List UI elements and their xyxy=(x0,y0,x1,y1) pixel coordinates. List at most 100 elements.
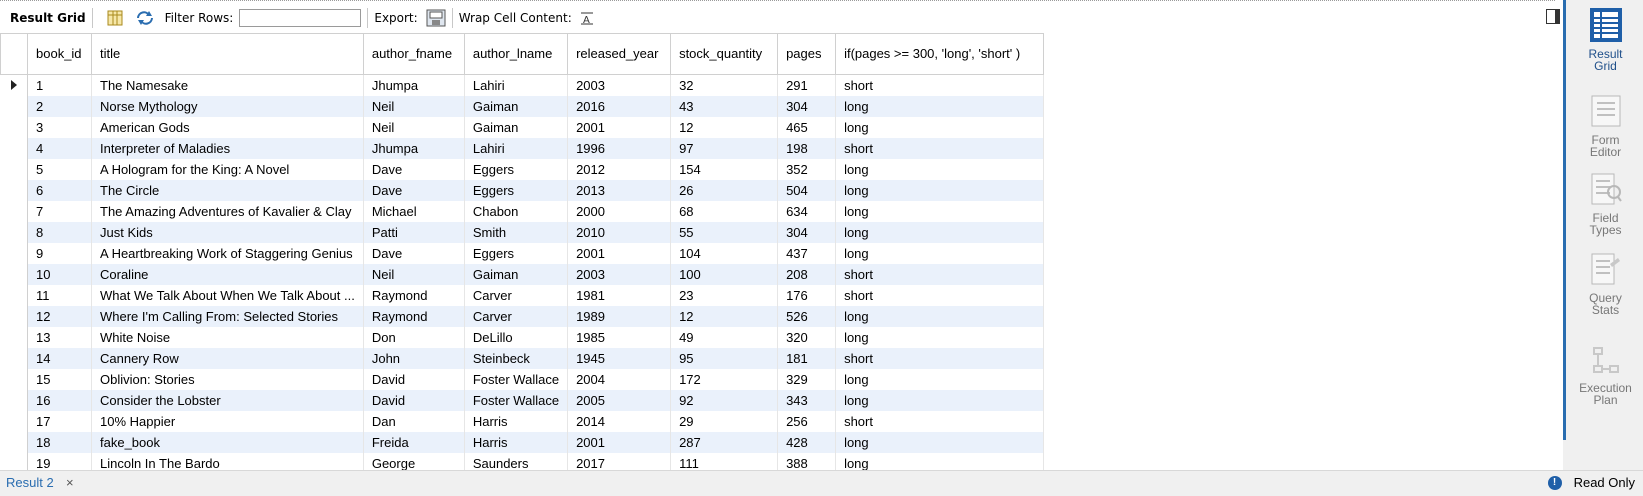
table-cell[interactable]: 13 xyxy=(27,327,92,348)
table-cell[interactable]: 1981 xyxy=(567,285,672,306)
column-header[interactable]: title xyxy=(91,33,364,75)
table-cell[interactable]: 172 xyxy=(670,369,779,390)
table-cell[interactable]: 329 xyxy=(777,369,837,390)
table-cell[interactable]: A Hologram for the King: A Novel xyxy=(91,159,364,180)
result-tab[interactable]: Result 2 xyxy=(6,475,54,490)
table-cell[interactable]: John xyxy=(363,348,465,369)
table-cell[interactable]: 23 xyxy=(670,285,779,306)
table-cell[interactable]: Eggers xyxy=(464,243,569,264)
table-cell[interactable]: Michael xyxy=(363,201,465,222)
table-cell[interactable]: long xyxy=(835,390,1045,411)
table-cell[interactable]: 18 xyxy=(27,432,92,453)
table-cell[interactable]: 55 xyxy=(670,222,779,243)
table-row[interactable]: 3 American Gods Neil Gaiman 2001 12 465 long xyxy=(0,117,1045,138)
table-cell[interactable]: Gaiman xyxy=(464,264,569,285)
table-cell[interactable]: long xyxy=(835,243,1045,264)
filter-rows-input[interactable] xyxy=(239,9,362,27)
row-selector[interactable] xyxy=(0,74,28,96)
table-cell[interactable]: 2017 xyxy=(567,453,672,470)
table-cell[interactable]: 428 xyxy=(777,432,837,453)
table-cell[interactable]: long xyxy=(835,222,1045,243)
table-cell[interactable]: 465 xyxy=(777,117,837,138)
table-cell[interactable]: Harris xyxy=(464,432,569,453)
table-cell[interactable]: 100 xyxy=(670,264,779,285)
table-cell[interactable]: 26 xyxy=(670,180,779,201)
column-header[interactable]: released_year xyxy=(567,33,672,75)
table-cell[interactable]: 6 xyxy=(27,180,92,201)
table-cell[interactable]: Raymond xyxy=(363,306,465,327)
table-cell[interactable]: 11 xyxy=(27,285,92,306)
table-cell[interactable]: long xyxy=(835,453,1045,470)
table-cell[interactable]: 111 xyxy=(670,453,779,470)
table-cell[interactable]: 4 xyxy=(27,138,92,159)
table-cell[interactable]: 2003 xyxy=(567,74,672,96)
column-header[interactable]: author_fname xyxy=(362,33,465,75)
table-cell[interactable]: long xyxy=(835,201,1045,222)
table-cell[interactable]: DeLillo xyxy=(464,327,569,348)
table-cell[interactable]: short xyxy=(835,74,1045,96)
table-row[interactable]: 15 Oblivion: Stories David Foster Wallace 20… xyxy=(0,369,1045,390)
table-cell[interactable]: 9 xyxy=(27,243,92,264)
row-selector[interactable] xyxy=(0,159,28,180)
table-cell[interactable]: 8 xyxy=(27,222,92,243)
row-selector[interactable] xyxy=(0,201,28,222)
row-selector[interactable] xyxy=(0,306,28,327)
table-cell[interactable]: A Heartbreaking Work of Staggering Geniu… xyxy=(91,243,364,264)
table-cell[interactable]: 19 xyxy=(27,453,92,470)
table-cell[interactable]: 29 xyxy=(670,411,779,432)
table-cell[interactable]: 291 xyxy=(777,74,837,96)
table-cell[interactable]: 12 xyxy=(27,306,92,327)
table-cell[interactable]: 2004 xyxy=(567,369,672,390)
table-row[interactable]: 18 fake_book Freida Harris 2001 287 428 long xyxy=(0,432,1045,453)
table-cell[interactable]: short xyxy=(835,264,1045,285)
table-row[interactable]: 4 Interpreter of Maladies Jhumpa Lahiri 1996… xyxy=(0,138,1045,159)
table-cell[interactable]: short xyxy=(835,411,1045,432)
table-cell[interactable]: Carver xyxy=(464,306,569,327)
table-cell[interactable]: 3 xyxy=(27,117,92,138)
column-header[interactable]: book_id xyxy=(27,33,92,75)
table-cell[interactable]: 287 xyxy=(670,432,779,453)
table-cell[interactable]: 10% Happier xyxy=(91,411,364,432)
table-cell[interactable]: Dan xyxy=(363,411,465,432)
table-cell[interactable]: 1989 xyxy=(567,306,672,327)
table-cell[interactable]: 17 xyxy=(27,411,92,432)
table-row[interactable]: 1 The Namesake Jhumpa Lahiri 2003 32 291 short xyxy=(0,74,1045,96)
field-types-button[interactable]: Field Types xyxy=(1568,172,1643,236)
table-cell[interactable]: Gaiman xyxy=(464,96,569,117)
table-cell[interactable]: 526 xyxy=(777,306,837,327)
table-row[interactable]: 19 Lincoln In The Bardo George Saunders 2017… xyxy=(0,453,1045,470)
table-cell[interactable]: 2010 xyxy=(567,222,672,243)
table-cell[interactable]: 2 xyxy=(27,96,92,117)
table-cell[interactable]: Eggers xyxy=(464,159,569,180)
table-cell[interactable]: 7 xyxy=(27,201,92,222)
table-cell[interactable]: 388 xyxy=(777,453,837,470)
row-selector[interactable] xyxy=(0,432,28,453)
table-row[interactable]: 16 Consider the Lobster David Foster Wallac… xyxy=(0,390,1045,411)
table-cell[interactable]: George xyxy=(363,453,465,470)
table-cell[interactable]: long xyxy=(835,117,1045,138)
table-cell[interactable]: Lahiri xyxy=(464,138,569,159)
table-cell[interactable]: 92 xyxy=(670,390,779,411)
table-cell[interactable]: 198 xyxy=(777,138,837,159)
table-cell[interactable]: long xyxy=(835,159,1045,180)
table-cell[interactable]: long xyxy=(835,432,1045,453)
table-cell[interactable]: Don xyxy=(363,327,465,348)
close-tab-icon[interactable]: × xyxy=(66,475,74,490)
table-cell[interactable]: 68 xyxy=(670,201,779,222)
row-selector[interactable] xyxy=(0,96,28,117)
column-header[interactable]: stock_quantity xyxy=(670,33,779,75)
table-row[interactable]: 13 White Noise Don DeLillo 1985 49 320 long xyxy=(0,327,1045,348)
table-cell[interactable]: Foster Wallace xyxy=(464,369,569,390)
table-row[interactable]: 14 Cannery Row John Steinbeck 1945 95 181 short xyxy=(0,348,1045,369)
table-cell[interactable]: David xyxy=(363,390,465,411)
table-row[interactable]: 7 The Amazing Adventures of Kavalier & Cl… xyxy=(0,201,1045,222)
table-row[interactable]: 2 Norse Mythology Neil Gaiman 2016 43 304 long xyxy=(0,96,1045,117)
table-cell[interactable]: Oblivion: Stories xyxy=(91,369,364,390)
table-cell[interactable]: 2000 xyxy=(567,201,672,222)
table-cell[interactable]: 1 xyxy=(27,74,92,96)
export-icon[interactable] xyxy=(426,9,446,27)
table-cell[interactable]: American Gods xyxy=(91,117,364,138)
row-selector[interactable] xyxy=(0,222,28,243)
row-selector[interactable] xyxy=(0,285,28,306)
table-cell[interactable]: Lahiri xyxy=(464,74,569,96)
